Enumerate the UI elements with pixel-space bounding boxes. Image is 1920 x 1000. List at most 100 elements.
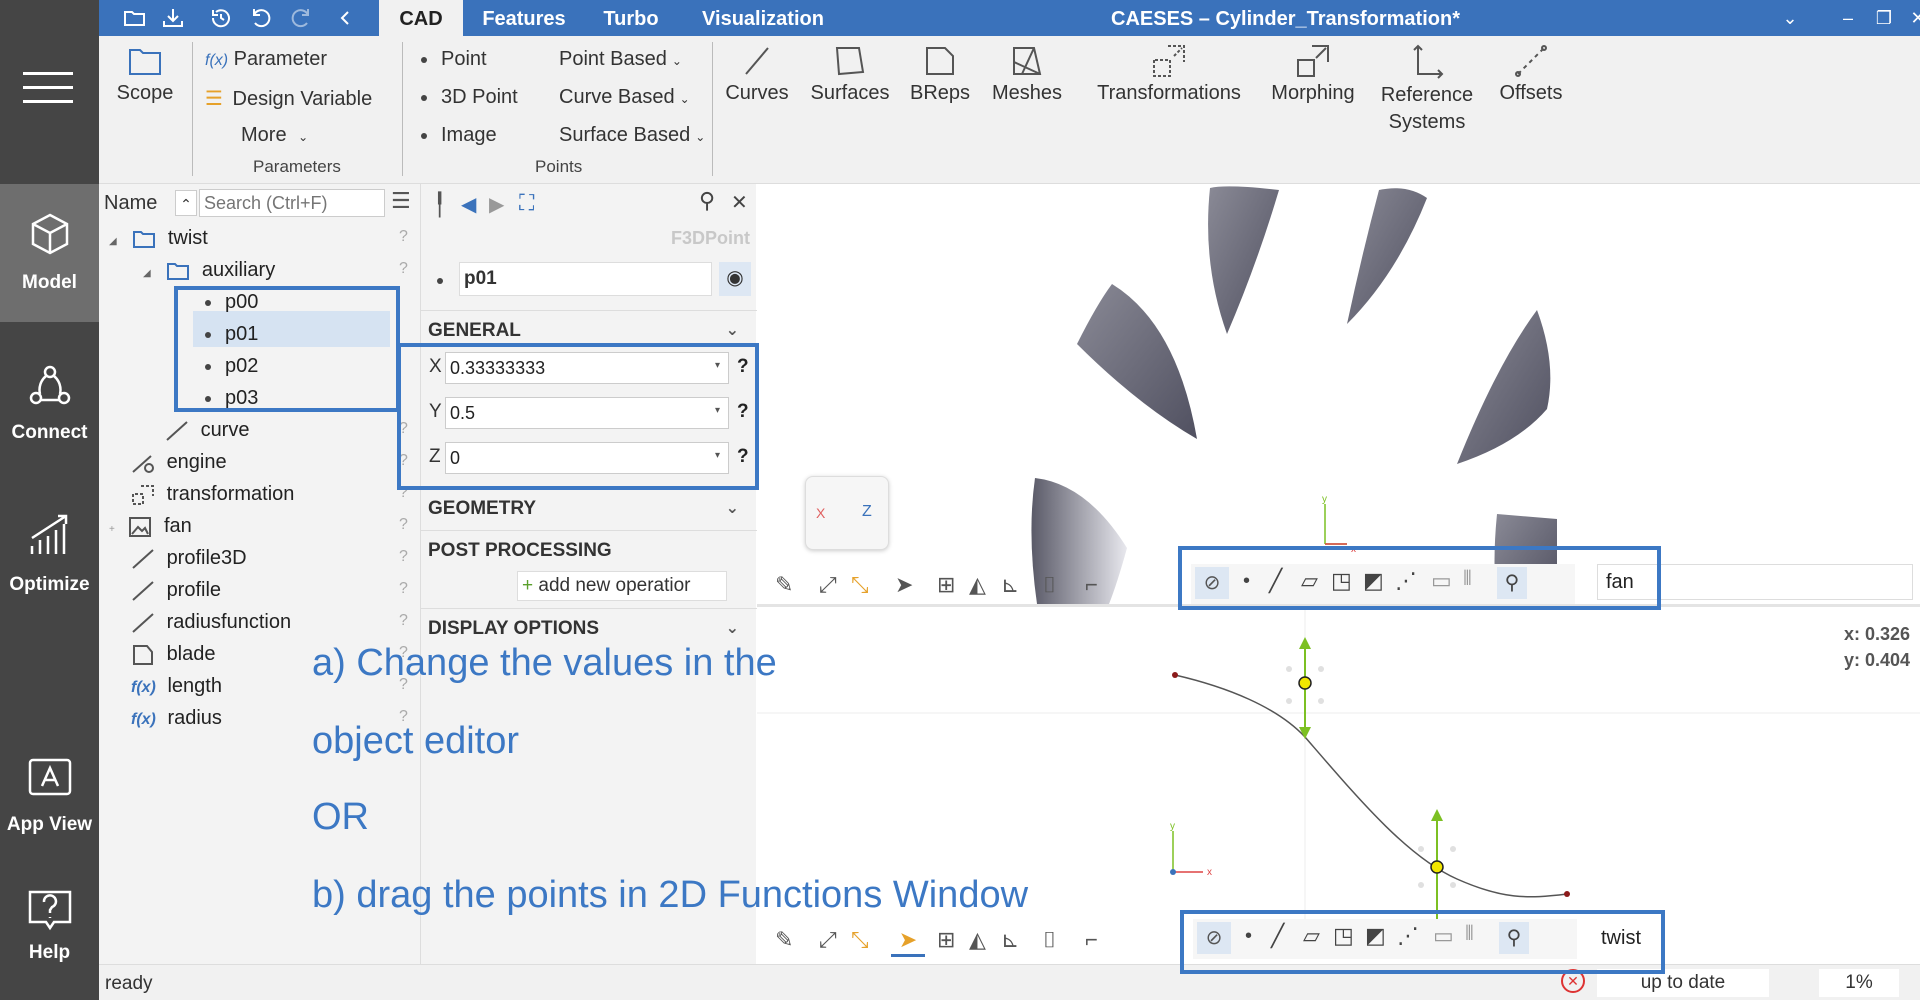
reference-systems-button[interactable]: Reference Systems <box>1377 42 1477 136</box>
point-button[interactable]: Point <box>421 48 487 71</box>
pin-icon[interactable]: ╿ <box>433 192 446 218</box>
back-arrow-icon[interactable]: ◀ <box>461 192 476 217</box>
redo-icon[interactable] <box>285 0 317 36</box>
curve-line-icon <box>745 47 769 75</box>
morphing-button[interactable]: Morphing <box>1267 42 1359 105</box>
forward-arrow-icon[interactable]: ▶ <box>489 192 504 217</box>
expand-icon[interactable]: + <box>109 524 115 535</box>
tab-visualization[interactable]: Visualization <box>677 0 849 36</box>
tab-cad[interactable]: CAD <box>379 0 463 36</box>
tree-item-blade[interactable]: blade <box>131 638 216 670</box>
collapse-icon[interactable]: ◢ <box>109 236 117 247</box>
cube-x-face[interactable]: X <box>816 505 825 521</box>
surface-icon <box>131 644 155 666</box>
select-arrow-icon[interactable]: ➤ <box>891 923 925 957</box>
eye-icon[interactable]: ◉ <box>719 262 751 296</box>
point-icon <box>421 132 427 139</box>
annotation-line-2: object editor <box>312 720 520 762</box>
minimize-icon[interactable]: – <box>1833 0 1863 36</box>
sidebar-item-model[interactable]: Model <box>0 184 99 322</box>
3d-point-button[interactable]: 3D Point <box>421 86 518 109</box>
open-folder-icon[interactable] <box>119 0 151 36</box>
tree-item-fan[interactable]: + fan <box>109 510 192 542</box>
curves-button[interactable]: Curves <box>721 42 793 105</box>
hamburger-menu-icon[interactable] <box>23 72 73 112</box>
close-icon[interactable]: ✕ <box>1903 0 1920 36</box>
grid-icon[interactable]: ⊞ <box>937 572 955 598</box>
camera-icon[interactable]: ⌷ <box>1043 927 1056 953</box>
tab-features[interactable]: Features <box>463 0 585 36</box>
object-name-input[interactable]: p01 <box>459 262 712 296</box>
history-icon[interactable] <box>205 0 237 36</box>
tree-item-twist[interactable]: ◢ twist <box>109 222 208 254</box>
select-arrow-icon[interactable]: ➤ <box>895 572 913 598</box>
meshes-button[interactable]: Meshes <box>985 42 1069 105</box>
fit-selection-icon[interactable]: ⤡ <box>851 572 869 598</box>
surfaces-button[interactable]: Surfaces <box>807 42 893 105</box>
tab-turbo[interactable]: Turbo <box>585 0 677 36</box>
view-cube[interactable]: X Z <box>805 476 889 550</box>
measure-icon[interactable]: ⌐ <box>1085 572 1098 598</box>
tree-item-radiusfunction[interactable]: radiusfunction <box>131 606 291 638</box>
tree-item-profile3d[interactable]: profile3D <box>131 542 247 574</box>
sidebar-item-optimize[interactable]: Optimize <box>0 486 99 624</box>
locate-icon[interactable]: ⛶ <box>519 190 534 216</box>
restore-icon[interactable]: ❐ <box>1869 0 1899 36</box>
annotation-line-3: OR <box>312 796 369 838</box>
curve-based-dropdown[interactable]: Curve Based ⌄ <box>559 86 690 109</box>
filter-settings-icon[interactable]: ☰ <box>391 188 411 214</box>
tree-item-length[interactable]: f(x) length <box>131 670 222 702</box>
blade-shape <box>1347 188 1427 324</box>
chevron-left-icon[interactable] <box>329 0 361 36</box>
add-operation-button[interactable]: + add new operatior <box>517 571 727 601</box>
undo-icon[interactable] <box>245 0 277 36</box>
measure-icon[interactable]: ⌐ <box>1085 927 1098 953</box>
column-name-header[interactable]: Name <box>104 192 157 215</box>
fit-all-icon[interactable]: ⤢ <box>819 572 837 598</box>
chevron-down-icon[interactable]: ⌄ <box>1775 0 1805 36</box>
curve-endpoint[interactable] <box>1172 672 1178 678</box>
cube-z-face[interactable]: Z <box>862 503 872 521</box>
more-button[interactable]: More ⌄ <box>241 124 308 147</box>
sidebar-item-connect[interactable]: Connect <box>0 336 99 474</box>
axes-icon[interactable]: ⊾ <box>1001 572 1019 598</box>
grid-icon[interactable]: ⊞ <box>937 927 955 953</box>
point-based-dropdown[interactable]: Point Based ⌄ <box>559 48 682 71</box>
pencil-icon[interactable]: ✎ <box>775 572 793 598</box>
axes-icon[interactable]: ⊾ <box>1001 927 1019 953</box>
fit-selection-icon[interactable]: ⤡ <box>851 927 869 953</box>
tree-item-engine[interactable]: engine <box>131 446 227 478</box>
surface-based-dropdown[interactable]: Surface Based ⌄ <box>559 124 705 147</box>
tree-item-curve[interactable]: curve <box>165 414 249 446</box>
tree-item-transformation[interactable]: transformation <box>131 478 294 510</box>
design-variable-button[interactable]: ☰ Design Variable <box>205 86 372 111</box>
tree-item-profile[interactable]: profile <box>131 574 221 606</box>
mirror-icon[interactable]: ◭ <box>969 927 986 953</box>
3d-viewport[interactable]: y x X Z ✎ ⤢ ⤡ ➤ ⊞ ◭ ⊾ ⌷ ⌐ ⊘ • ╱ ▱ ◳ ◩ ⋰ … <box>757 184 1920 604</box>
collapse-icon[interactable]: ◢ <box>143 268 151 279</box>
pencil-icon[interactable]: ✎ <box>775 927 793 953</box>
highlight-coordinates-box <box>397 343 759 490</box>
mirror-icon[interactable]: ◭ <box>969 572 986 598</box>
fit-all-icon[interactable]: ⤢ <box>819 927 837 953</box>
sidebar-item-app-view[interactable]: App View <box>0 744 99 882</box>
sort-up-icon[interactable]: ⌃ <box>175 190 197 216</box>
scope-button[interactable]: Scope <box>115 42 175 105</box>
parameter-button[interactable]: f(x) Parameter <box>205 48 327 71</box>
offsets-button[interactable]: Offsets <box>1493 42 1569 105</box>
transformations-button[interactable]: Transformations <box>1089 42 1249 105</box>
tree-item-radius[interactable]: f(x) radius <box>131 702 222 734</box>
image-button[interactable]: Image <box>421 124 497 147</box>
tree-search-input[interactable] <box>199 189 385 217</box>
camera-icon[interactable]: ⌷ <box>1043 572 1056 598</box>
save-icon[interactable] <box>157 0 189 36</box>
drag-handle-p02[interactable] <box>1418 809 1456 919</box>
section-geometry[interactable]: GEOMETRY ⌄ <box>421 488 757 528</box>
breps-button[interactable]: BReps <box>905 42 975 105</box>
sidebar-item-help[interactable]: Help <box>0 880 99 1000</box>
search-icon[interactable]: ⚲ <box>699 188 715 214</box>
tree-item-auxiliary[interactable]: ◢ auxiliary <box>143 254 275 286</box>
close-icon[interactable]: ✕ <box>731 190 748 215</box>
curve-endpoint[interactable] <box>1564 891 1570 897</box>
tree-header: Name ⌃ ☰ <box>99 184 420 222</box>
